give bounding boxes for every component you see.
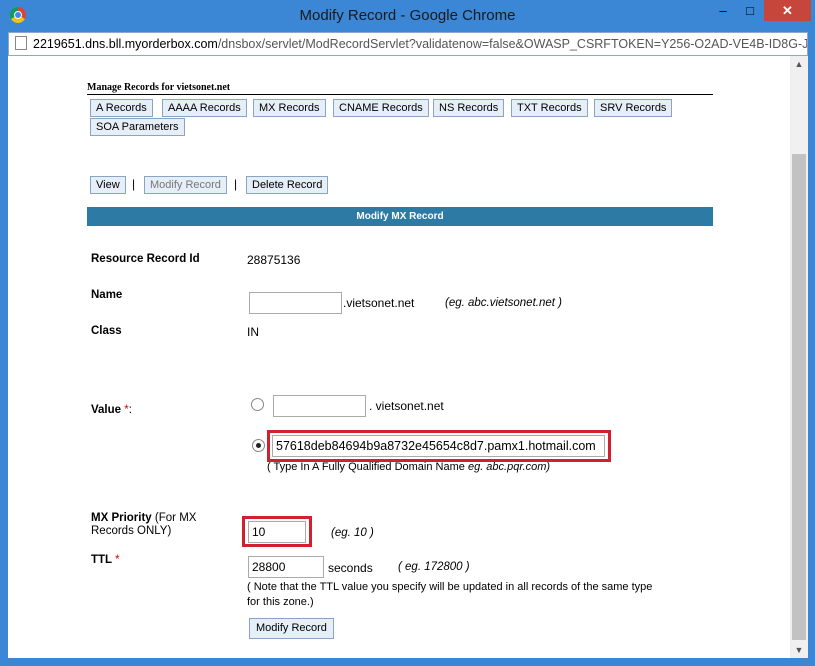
class-label: Class bbox=[91, 325, 122, 337]
ttl-note-line2: for this zone.) bbox=[247, 596, 314, 608]
address-bar[interactable]: 2219651.dns.bll.myorderbox.com/dnsbox/se… bbox=[8, 32, 808, 56]
tab-cname-records[interactable]: CNAME Records bbox=[333, 99, 429, 117]
separator: | bbox=[132, 177, 136, 191]
address-host: 2219651.dns.bll.myorderbox.com bbox=[33, 37, 218, 51]
modify-record-button[interactable]: Modify Record bbox=[249, 618, 334, 639]
tab-aaaa-records[interactable]: AAAA Records bbox=[162, 99, 247, 117]
separator: | bbox=[234, 177, 238, 191]
value-radio-fqdn[interactable] bbox=[252, 439, 265, 452]
tab-srv-records[interactable]: SRV Records bbox=[594, 99, 673, 117]
mx-example: (eg. 10 ) bbox=[331, 527, 374, 539]
rrid-value: 28875136 bbox=[247, 253, 301, 267]
scroll-up-icon[interactable]: ▲ bbox=[790, 56, 808, 72]
mx-note: (For MX bbox=[154, 512, 197, 524]
ttl-example: ( eg. 172800 ) bbox=[398, 561, 470, 573]
name-input[interactable] bbox=[249, 292, 342, 314]
ttl-label-text: TTL bbox=[91, 554, 112, 566]
mx-priority-label: MX Priority (For MX bbox=[91, 512, 196, 524]
ttl-label: TTL * bbox=[91, 554, 120, 566]
value-relative-suffix: . vietsonet.net bbox=[369, 399, 444, 413]
value-highlight-box bbox=[267, 430, 611, 462]
value-radio-relative[interactable] bbox=[251, 398, 264, 411]
tab-mx-records[interactable]: MX Records bbox=[253, 99, 326, 117]
scrollbar[interactable]: ▲ ▼ bbox=[790, 56, 808, 658]
name-suffix: .vietsonet.net bbox=[343, 296, 415, 310]
maximize-button[interactable]: □ bbox=[737, 0, 763, 21]
required-mark: * bbox=[115, 554, 120, 566]
value-hint: ( Type In A Fully Qualified Domain Name … bbox=[267, 461, 550, 473]
window-title: Modify Record - Google Chrome bbox=[299, 7, 516, 24]
ttl-unit: seconds bbox=[328, 561, 373, 575]
view-button[interactable]: View bbox=[90, 176, 126, 194]
tab-ns-records[interactable]: NS Records bbox=[433, 99, 505, 117]
value-hint-prefix: ( Type In A Fully Qualified Domain Name bbox=[267, 461, 465, 473]
modify-record-tab[interactable]: Modify Record bbox=[144, 176, 227, 194]
tab-txt-records[interactable]: TXT Records bbox=[511, 99, 588, 117]
close-button[interactable]: ✕ bbox=[764, 0, 811, 21]
mx-priority-label-text: MX Priority bbox=[91, 512, 152, 524]
scroll-thumb[interactable] bbox=[792, 154, 806, 640]
page-content: Manage Records for vietsonet.net A Recor… bbox=[8, 56, 790, 658]
divider bbox=[87, 94, 713, 95]
value-label: Value *: bbox=[91, 404, 132, 416]
section-banner: Modify MX Record bbox=[87, 207, 713, 226]
title-bar: Modify Record - Google Chrome – □ ✕ bbox=[0, 0, 815, 31]
class-value: IN bbox=[247, 325, 259, 339]
ttl-note-line1: ( Note that the TTL value you specify wi… bbox=[247, 581, 653, 593]
delete-record-button[interactable]: Delete Record bbox=[246, 176, 329, 194]
mx-note-2: Records ONLY) bbox=[91, 525, 172, 537]
minimize-button[interactable]: – bbox=[710, 0, 736, 21]
scroll-down-icon[interactable]: ▼ bbox=[790, 642, 808, 658]
manage-records-title: Manage Records for vietsonet.net bbox=[87, 82, 231, 93]
tab-soa-parameters[interactable]: SOA Parameters bbox=[90, 118, 185, 136]
colon: : bbox=[128, 404, 132, 416]
mx-priority-highlight-box bbox=[242, 516, 312, 547]
value-relative-input[interactable] bbox=[273, 395, 366, 417]
browser-window: Modify Record - Google Chrome – □ ✕ 2219… bbox=[0, 0, 815, 666]
value-hint-example: eg. abc.pqr.com) bbox=[467, 461, 551, 473]
address-path: /dnsbox/servlet/ModRecordServlet?validat… bbox=[217, 37, 808, 51]
name-label: Name bbox=[91, 289, 123, 301]
name-example: (eg. abc.vietsonet.net ) bbox=[445, 297, 562, 309]
value-label-text: Value bbox=[91, 404, 122, 416]
ttl-input[interactable]: 28800 bbox=[248, 556, 324, 578]
tab-a-records[interactable]: A Records bbox=[90, 99, 153, 117]
page-icon bbox=[15, 36, 27, 50]
rrid-label: Resource Record Id bbox=[91, 253, 200, 265]
